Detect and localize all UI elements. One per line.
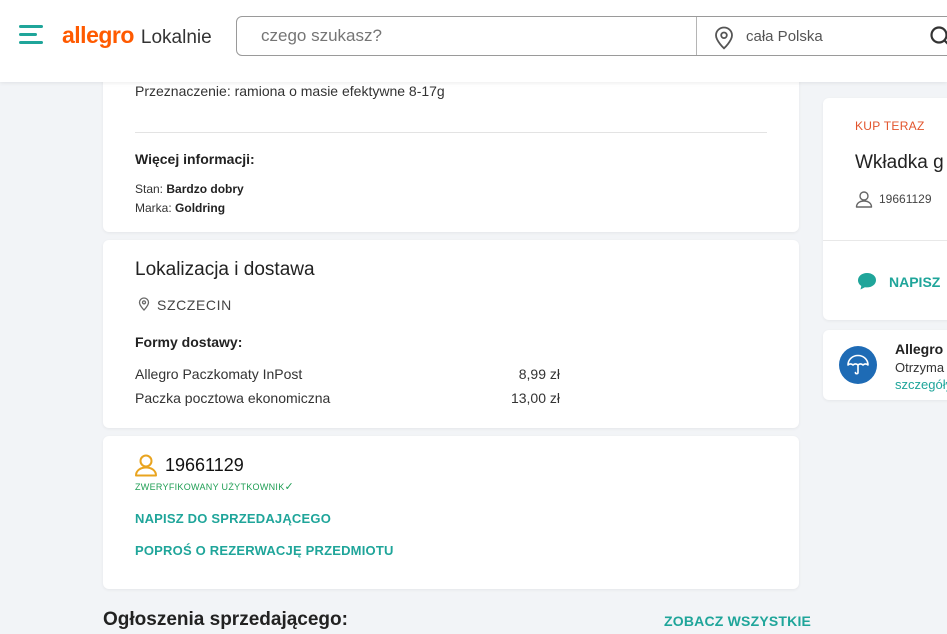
divider	[135, 132, 767, 133]
verified-label: ZWERYFIKOWANY UŻYTKOWNIK	[135, 482, 285, 492]
top-header: allegro Lokalnie cała Polska	[0, 0, 947, 82]
write-to-seller-link[interactable]: NAPISZ DO SPRZEDAJĄCEGO	[135, 511, 331, 526]
location-selector[interactable]: cała Polska	[746, 28, 823, 45]
condition-label: Stan:	[135, 182, 164, 196]
offer-title: Wkładka g	[855, 152, 944, 173]
verified-badge: ZWERYFIKOWANY UŻYTKOWNIK✓	[135, 480, 294, 493]
logo[interactable]: allegro Lokalnie	[62, 22, 212, 49]
delivery-option-price: 13,00 zł	[510, 390, 560, 406]
condition-value: Bardzo dobry	[166, 182, 244, 196]
search-divider	[696, 17, 697, 55]
more-info-heading: Więcej informacji:	[135, 151, 255, 167]
search-input[interactable]	[237, 17, 696, 55]
delivery-option: Allegro Paczkomaty InPost 8,99 zł	[135, 366, 560, 382]
seller-card: 19661129 ZWERYFIKOWANY UŻYTKOWNIK✓ NAPIS…	[103, 436, 799, 589]
description-card: Przeznaczenie: ramiona o masie efektywne…	[103, 66, 799, 232]
location-delivery-card: Lokalizacja i dostawa SZCZECIN Formy dos…	[103, 240, 799, 428]
purpose-text: Przeznaczenie: ramiona o masie efektywne…	[135, 83, 445, 99]
brand-label: Marka:	[135, 201, 172, 215]
delivery-option-name: Paczka pocztowa ekonomiczna	[135, 390, 331, 406]
condition-row: Stan: Bardzo dobry	[135, 182, 244, 196]
search-icon[interactable]	[929, 25, 947, 49]
protection-details-link[interactable]: szczegóły	[895, 377, 947, 392]
city-label: SZCZECIN	[157, 297, 232, 313]
divider	[823, 240, 947, 241]
delivery-forms-heading: Formy dostawy:	[135, 334, 243, 350]
protection-title: Allegro	[895, 341, 944, 357]
delivery-option-price: 8,99 zł	[518, 366, 560, 382]
write-message-button[interactable]: NAPISZ	[889, 274, 940, 290]
chat-icon[interactable]	[857, 272, 877, 290]
delivery-option: Paczka pocztowa ekonomiczna 13,00 zł	[135, 390, 560, 406]
menu-icon[interactable]	[19, 25, 43, 45]
logo-subtitle: Lokalnie	[140, 27, 212, 48]
user-icon	[855, 191, 873, 208]
buy-now-label: KUP TERAZ	[855, 119, 925, 133]
location-pin-icon[interactable]	[714, 26, 734, 50]
see-all-link[interactable]: ZOBACZ WSZYSTKIE	[664, 613, 811, 629]
buyer-protection-card: Allegro Otrzyma szczegóły	[823, 330, 947, 400]
delivery-option-name: Allegro Paczkomaty InPost	[135, 366, 303, 382]
request-reservation-link[interactable]: POPROŚ O REZERWACJĘ PRZEDMIOTU	[135, 543, 394, 558]
search-bar: cała Polska	[236, 16, 947, 56]
user-icon	[135, 454, 157, 477]
offer-sidebar-card: KUP TERAZ Wkładka g 19661129 NAPISZ	[823, 98, 947, 320]
seller-username[interactable]: 19661129	[879, 192, 932, 206]
brand-value: Goldring	[175, 201, 226, 215]
logo-brand: allegro	[62, 22, 134, 48]
seller-username[interactable]: 19661129	[165, 455, 244, 476]
location-pin-icon	[138, 297, 150, 311]
seller-listings-heading: Ogłoszenia sprzedającego:	[103, 609, 348, 630]
location-delivery-heading: Lokalizacja i dostawa	[135, 259, 315, 280]
check-icon: ✓	[284, 481, 295, 493]
umbrella-icon	[839, 346, 877, 384]
protection-text: Otrzyma	[895, 360, 945, 375]
brand-row: Marka: Goldring	[135, 201, 225, 215]
